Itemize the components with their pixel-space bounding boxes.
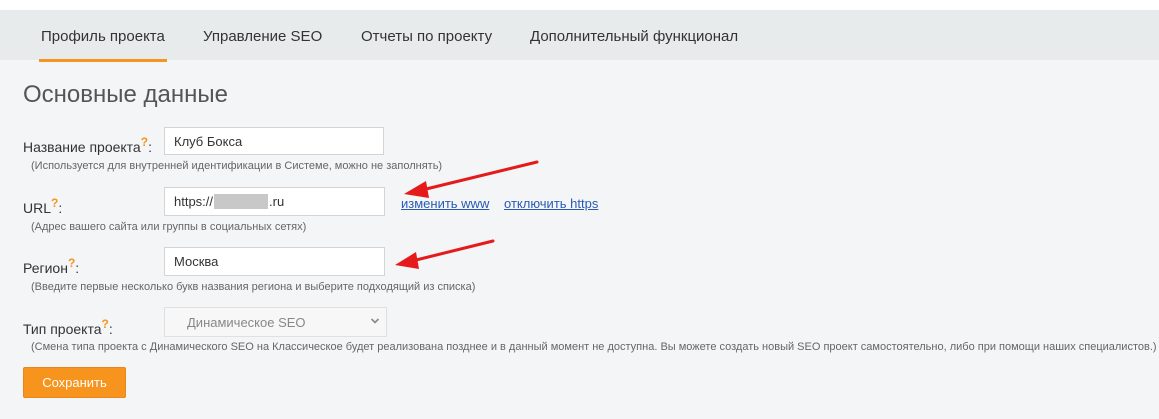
tab-project-profile[interactable]: Профиль проекта [39, 28, 167, 62]
project-name-input[interactable] [164, 127, 384, 155]
region-input[interactable] [164, 247, 385, 276]
url-hint: (Адрес вашего сайта или группы в социаль… [31, 221, 307, 233]
chevron-down-icon [370, 318, 380, 324]
help-icon[interactable]: ? [102, 317, 109, 331]
project-name-hint: (Используется для внутренней идентификац… [31, 160, 443, 172]
region-label: Регион?: [23, 256, 80, 276]
url-input[interactable]: https:// .ru [164, 187, 385, 216]
project-type-label: Тип проекта?: [23, 317, 113, 337]
disable-https-link[interactable]: отключить https [504, 196, 598, 211]
help-icon[interactable]: ? [68, 256, 75, 270]
project-type-select[interactable]: Динамическое SEO [164, 307, 387, 337]
url-label: URL?: [23, 196, 63, 216]
section-title: Основные данные [23, 81, 228, 108]
region-hint: (Введите первые несколько букв названия … [31, 281, 476, 293]
tab-bar: Профиль проекта Управление SEO Отчеты по… [0, 10, 1159, 62]
tab-project-reports[interactable]: Отчеты по проекту [361, 28, 492, 45]
redacted-block [214, 194, 269, 209]
project-type-hint: (Смена типа проекта с Динамического SEO … [31, 341, 1157, 353]
project-type-selected: Динамическое SEO [187, 314, 306, 330]
help-icon[interactable]: ? [141, 135, 148, 149]
save-button[interactable]: Сохранить [23, 367, 126, 398]
tab-seo-management[interactable]: Управление SEO [203, 28, 322, 45]
tab-additional-features[interactable]: Дополнительный функционал [530, 28, 738, 45]
project-name-label: Название проекта?: [23, 135, 152, 155]
url-prefix: https:// [174, 194, 214, 209]
help-icon[interactable]: ? [51, 196, 58, 210]
change-www-link[interactable]: изменить www [401, 196, 489, 211]
url-suffix: .ru [269, 194, 285, 209]
